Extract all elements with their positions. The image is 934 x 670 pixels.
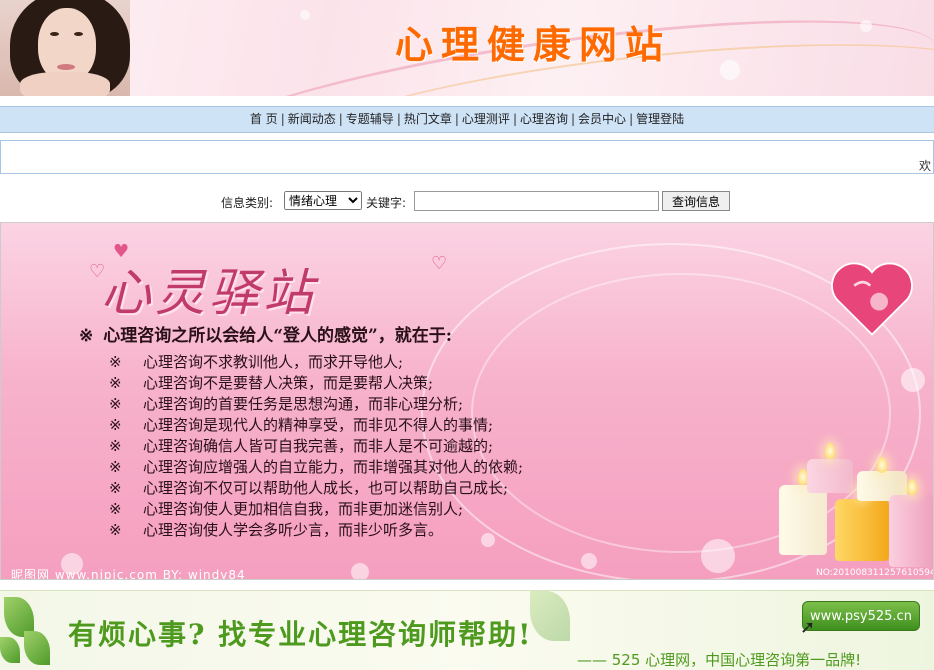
panel-heading-text: 心理咨询之所以会给人“登人的感觉”，就在于: — [103, 326, 453, 346]
marquee-text: 欢 — [919, 159, 932, 173]
leaf-icon — [24, 631, 50, 665]
list-item-text: 心理咨询使人更加相信自我，而非更加迷信别人; — [143, 500, 464, 518]
ad-tagline: —— 525 心理网，中国心理咨询第一品牌! — [577, 651, 862, 669]
panel-bubble — [351, 563, 369, 579]
reference-mark-icon: ※ — [109, 458, 122, 476]
nav-item-news[interactable]: 新闻动态 — [288, 112, 336, 126]
site-banner: 心理健康网站 — [0, 0, 934, 96]
nav-item-psych-test[interactable]: 心理测评 — [462, 112, 510, 126]
ad-banner[interactable]: 有烦心事? 找专业心理咨询师帮助! —— 525 心理网，中国心理咨询第一品牌!… — [0, 590, 934, 670]
list-item: ※ 心理咨询应增强人的自立能力，而非增强其对他人的依赖; — [109, 456, 523, 477]
candle — [807, 459, 853, 493]
reference-mark-icon: ※ — [109, 395, 122, 413]
list-item-text: 心理咨询使人学会多听少言，而非少听多言。 — [143, 521, 444, 539]
search-bar: 信息类别: 情绪心理 关键字: 查询信息 — [0, 190, 934, 212]
nav-separator: | — [512, 112, 517, 126]
reference-mark-icon: ※ — [109, 416, 122, 434]
image-watermark-id: NO:20100831125761059482 — [816, 568, 933, 578]
category-select[interactable]: 情绪心理 — [284, 191, 362, 210]
keyword-input[interactable] — [414, 191, 659, 211]
candle — [779, 485, 827, 555]
candle — [835, 499, 889, 561]
nav-separator: | — [396, 112, 401, 126]
leaf-icon — [530, 591, 570, 641]
image-watermark: 昵图网 www.nipic.com BY: windy84 — [11, 568, 246, 580]
page: 心理健康网站 首 页 | 新闻动态 | 专题辅导 | 热门文章 | 心理测评 | 心理咨询 | 会员中心… — [0, 0, 934, 670]
candle-flame-icon — [877, 457, 887, 473]
nav-item-topics[interactable]: 专题辅导 — [346, 112, 394, 126]
nav-item-admin-login[interactable]: 管理登陆 — [636, 112, 684, 126]
candle-flame-icon — [907, 479, 917, 495]
panel-bubble — [901, 368, 925, 392]
banner-bubble — [300, 10, 310, 20]
reference-mark-icon: ※ — [79, 326, 94, 346]
list-item: ※ 心理咨询的首要任务是思想沟通，而非心理分析; — [109, 393, 523, 414]
banner-bubble — [720, 60, 740, 80]
cursor-icon: ➚ — [800, 617, 816, 638]
list-item-text: 心理咨询应增强人的自立能力，而非增强其对他人的依赖; — [143, 458, 524, 476]
ad-site-badge[interactable]: www.psy525.cn — [802, 601, 920, 631]
banner-bubble — [860, 20, 872, 32]
banner-portrait — [0, 0, 130, 96]
list-item-text: 心理咨询是现代人的精神享受，而非见不得人的事情; — [143, 416, 494, 434]
panel-bubble — [581, 553, 597, 569]
nav-separator: | — [280, 112, 285, 126]
nav-separator: | — [454, 112, 459, 126]
nav-item-consulting[interactable]: 心理咨询 — [520, 112, 568, 126]
heart-icon: ♡ — [431, 253, 448, 274]
category-label: 信息类别: — [221, 196, 274, 210]
list-item-text: 心理咨询确信人皆可自我完善，而非人是不可逾越的; — [143, 437, 494, 455]
heart-station-panel: ♡ ♥ ♡ 心灵驿站 ※ 心理咨询之所以会给人“登人的感觉”，就在于: ※ 心理咨询… — [0, 222, 934, 580]
list-item: ※ 心理咨询不仅可以帮助他人成长，也可以帮助自己成长; — [109, 477, 523, 498]
nav-item-home[interactable]: 首 页 — [250, 112, 278, 126]
list-item-text: 心理咨询不是要替人决策，而是要帮人决策; — [143, 374, 434, 392]
main-nav: 首 页 | 新闻动态 | 专题辅导 | 热门文章 | 心理测评 | 心理咨询 | 会员中心 | 管理登陆 — [0, 106, 934, 133]
welcome-marquee: 欢 — [0, 140, 934, 174]
list-item: ※ 心理咨询使人更加相信自我，而非更加迷信别人; — [109, 498, 523, 519]
search-submit-button[interactable]: 查询信息 — [662, 191, 730, 211]
candle — [889, 495, 933, 567]
list-item: ※ 心理咨询确信人皆可自我完善，而非人是不可逾越的; — [109, 435, 523, 456]
nav-item-hot-articles[interactable]: 热门文章 — [404, 112, 452, 126]
keyword-label: 关键字: — [366, 196, 407, 210]
reference-mark-icon: ※ — [109, 374, 122, 392]
heart-station-logo: 心灵驿站 — [101, 264, 317, 322]
list-item-text: 心理咨询不求教训他人，而求开导他人; — [143, 353, 404, 371]
nav-item-member-center[interactable]: 会员中心 — [578, 112, 626, 126]
nav-separator: | — [571, 112, 576, 126]
site-title: 心理健康网站 — [395, 22, 672, 67]
reference-mark-icon: ※ — [109, 437, 122, 455]
list-item: ※ 心理咨询使人学会多听少言，而非少听多言。 — [109, 519, 523, 540]
candle-flame-icon — [825, 443, 835, 459]
reference-mark-icon: ※ — [109, 500, 122, 518]
nav-separator: | — [629, 112, 634, 126]
pink-heart-icon — [831, 262, 913, 336]
panel-heading: ※ 心理咨询之所以会给人“登人的感觉”，就在于: — [79, 321, 452, 346]
reference-mark-icon: ※ — [109, 479, 122, 497]
list-item-text: 心理咨询的首要任务是思想沟通，而非心理分析; — [143, 395, 464, 413]
nav-separator: | — [338, 112, 343, 126]
list-item: ※ 心理咨询不求教训他人，而求开导他人; — [109, 351, 523, 372]
leaf-icon — [0, 637, 20, 663]
ad-headline: 有烦心事? 找专业心理咨询师帮助! — [68, 618, 533, 651]
list-item: ※ 心理咨询不是要替人决策，而是要帮人决策; — [109, 372, 523, 393]
reference-mark-icon: ※ — [109, 521, 122, 539]
consulting-points-list: ※ 心理咨询不求教训他人，而求开导他人; ※ 心理咨询不是要替人决策，而是要帮人决策… — [109, 351, 523, 540]
list-item-text: 心理咨询不仅可以帮助他人成长，也可以帮助自己成长; — [143, 479, 509, 497]
list-item: ※ 心理咨询是现代人的精神享受，而非见不得人的事情; — [109, 414, 523, 435]
panel-bubble — [701, 539, 735, 573]
reference-mark-icon: ※ — [109, 353, 122, 371]
